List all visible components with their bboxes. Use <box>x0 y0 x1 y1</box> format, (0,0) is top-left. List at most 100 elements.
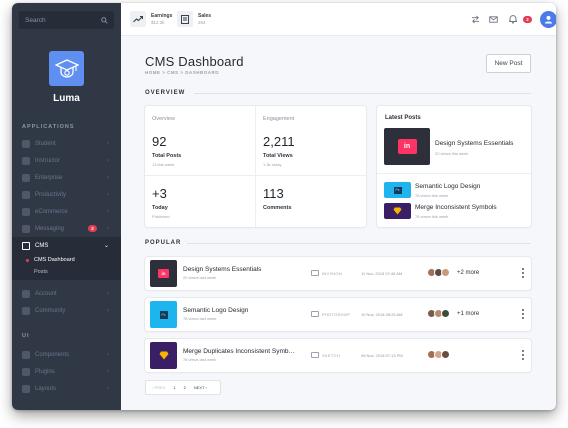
more-vertical-icon[interactable] <box>521 309 524 319</box>
main-content: Earnings $12.3k Sales 264 2 CMS Dashboar… <box>121 3 556 410</box>
new-post-button[interactable]: New Post <box>486 54 531 73</box>
more-vertical-icon[interactable] <box>521 268 524 278</box>
folder-icon <box>311 270 319 276</box>
latest-posts-card: Latest Posts in Design Systems Essential… <box>377 106 531 227</box>
post-tag-label: SKETCH <box>322 352 341 358</box>
sidebar-item-label: Messaging <box>35 225 65 232</box>
post-title[interactable]: Design Systems Essentials <box>183 266 261 273</box>
sketch-icon <box>159 351 168 360</box>
latest-post-thumb[interactable]: in <box>384 128 430 165</box>
page-1-button[interactable]: 1 <box>169 385 179 390</box>
brand-logo[interactable] <box>49 51 84 86</box>
sidebar-item-account[interactable]: Account › <box>12 285 121 302</box>
contributors[interactable] <box>427 268 450 277</box>
sidebar-item-label: CMS <box>35 242 49 249</box>
post-title[interactable]: Semantic Logo Design <box>183 307 248 314</box>
community-icon <box>22 306 30 315</box>
user-avatar[interactable] <box>540 11 556 28</box>
contributors[interactable] <box>427 350 450 359</box>
plugins-icon <box>22 367 30 376</box>
latest-post-sub: 20 views this week <box>435 151 469 156</box>
popular-row[interactable]: Merge Duplicates Inconsistent Symb… 78 v… <box>145 339 531 372</box>
sidebar-item-cms[interactable]: CMS ⌄ <box>12 237 121 254</box>
avatar <box>441 350 450 359</box>
contributors[interactable] <box>427 309 450 318</box>
popular-row[interactable]: Ps Semantic Logo Design 78 views last we… <box>145 298 531 331</box>
chevron-down-icon: ⌄ <box>103 243 109 249</box>
total-posts-value: 92 <box>152 134 167 149</box>
post-tag[interactable]: INVISION <box>311 270 342 276</box>
search-input[interactable]: Search <box>25 17 46 24</box>
sidebar-item-enterprise[interactable]: Enterprise › <box>12 169 121 186</box>
submenu-item-posts[interactable]: Posts <box>34 269 48 275</box>
photoshop-icon: Ps <box>159 310 168 319</box>
components-icon <box>22 350 30 359</box>
copy-icon <box>22 241 30 250</box>
sidebar-item-components[interactable]: Components › <box>12 346 121 363</box>
sidebar-item-label: Layouts <box>35 385 57 392</box>
swap-icon[interactable] <box>471 15 480 24</box>
sidebar-item-messaging[interactable]: Messaging 2 › <box>12 220 121 237</box>
messaging-badge: 2 <box>88 225 97 232</box>
latest-post-sub: 78 views this week <box>415 214 449 219</box>
sidebar-item-instructor[interactable]: Instructor › <box>12 152 121 169</box>
post-tag[interactable]: PHOTOSHOP <box>311 311 350 317</box>
page-2-button[interactable]: 2 <box>180 385 190 390</box>
latest-post-thumb[interactable]: Ps <box>384 182 411 198</box>
section-divider <box>187 243 531 244</box>
sidebar-item-label: Student <box>35 140 56 147</box>
cms-submenu: CMS Dashboard Posts <box>12 254 121 280</box>
today-value: +3 <box>152 186 167 201</box>
latest-post-thumb[interactable] <box>384 203 411 219</box>
chevron-right-icon: › <box>107 191 109 198</box>
sidebar-search[interactable]: Search <box>19 11 114 29</box>
more-contributors[interactable]: +2 more <box>457 270 479 276</box>
chevron-right-icon: › <box>107 157 109 164</box>
layouts-icon <box>22 384 30 393</box>
overview-section-heading: OVERVIEW <box>145 90 186 96</box>
popular-row[interactable]: in Design Systems Essentials 20 views la… <box>145 257 531 290</box>
latest-post-title[interactable]: Semantic Logo Design <box>415 183 480 190</box>
sidebar-item-ecommerce[interactable]: eCommerce › <box>12 203 121 220</box>
latest-post-title[interactable]: Design Systems Essentials <box>435 140 513 147</box>
graduate-icon <box>54 58 79 78</box>
post-views: 78 views last week <box>183 357 217 362</box>
message-icon <box>22 224 30 233</box>
chevron-right-icon: › <box>107 174 109 181</box>
post-date: 11 Nov, 2018 07:46 AM <box>361 271 403 276</box>
brand-name: Luma <box>53 93 80 104</box>
sidebar-item-layouts[interactable]: Layouts › <box>12 380 121 397</box>
invision-icon: in <box>397 139 417 154</box>
total-posts-label: Total Posts <box>152 153 182 159</box>
breadcrumb: HOME > CMS > DASHBOARD <box>145 70 220 75</box>
comments-value: 113 <box>263 186 284 201</box>
mail-icon[interactable] <box>489 15 498 24</box>
post-tag[interactable]: SKETCH <box>311 352 340 358</box>
sidebar-item-productivity[interactable]: Productivity › <box>12 186 121 203</box>
chevron-right-icon: › <box>107 290 109 297</box>
post-thumb <box>150 342 177 369</box>
search-icon[interactable] <box>101 16 108 24</box>
latest-post-title[interactable]: Merge Inconsistent Symbols <box>415 204 497 211</box>
submenu-item-cms-dashboard[interactable]: CMS Dashboard <box>26 257 75 263</box>
more-contributors[interactable]: +1 more <box>457 311 479 317</box>
sidebar-item-plugins[interactable]: Plugins › <box>12 363 121 380</box>
sidebar-item-community[interactable]: Community › <box>12 302 121 319</box>
earnings-stat[interactable]: Earnings $12.3k <box>130 11 172 27</box>
prev-page-button[interactable]: ‹ PREV <box>146 385 169 390</box>
trending-up-icon <box>130 11 146 27</box>
chevron-right-icon: › <box>107 140 109 147</box>
invision-icon: in <box>158 269 169 278</box>
next-page-button[interactable]: NEXT › <box>190 385 211 390</box>
post-title[interactable]: Merge Duplicates Inconsistent Symb… <box>183 348 295 355</box>
ui-heading: UI <box>22 333 30 339</box>
sidebar-item-label: Components <box>35 351 70 358</box>
folder-icon <box>311 311 319 317</box>
more-vertical-icon[interactable] <box>521 350 524 360</box>
cart-icon <box>22 207 30 216</box>
bell-icon[interactable] <box>508 14 518 24</box>
app-window: Search Luma APPLICATIONS Student › Instr… <box>12 3 556 410</box>
post-thumb: Ps <box>150 301 177 328</box>
sidebar-item-student[interactable]: Student › <box>12 135 121 152</box>
sales-stat[interactable]: Sales 264 <box>177 11 211 27</box>
